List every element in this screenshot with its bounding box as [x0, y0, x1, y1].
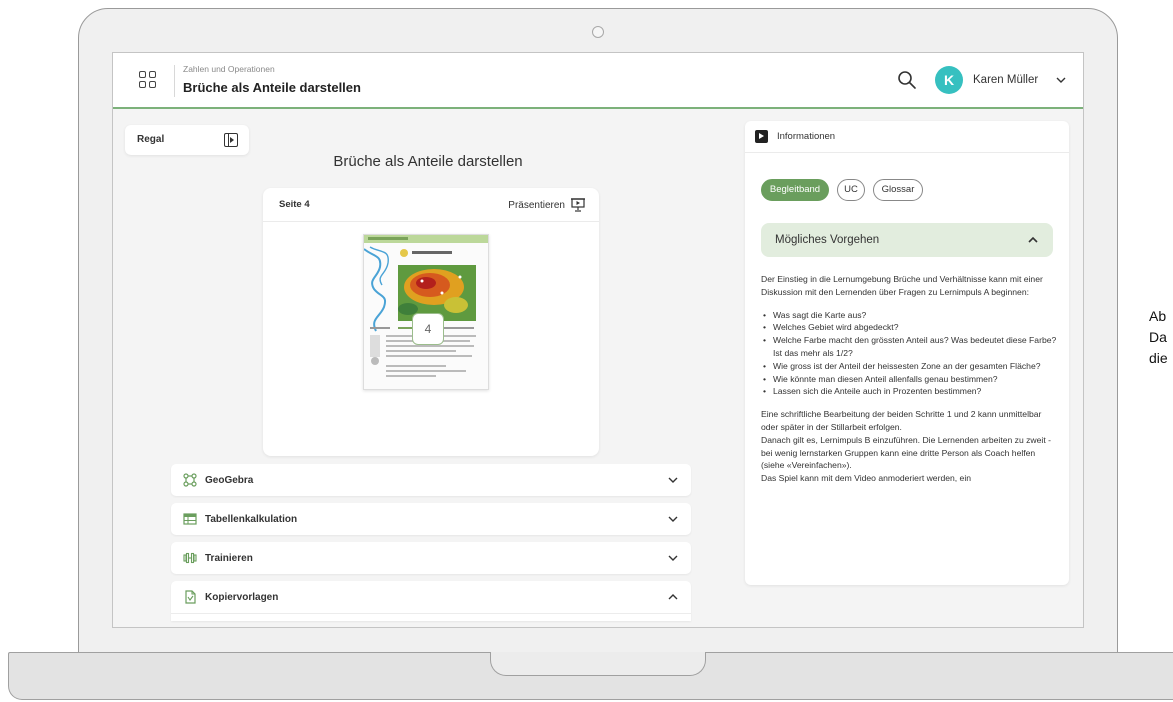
page-number-badge: 4 — [412, 313, 444, 345]
info-panel-header: Informationen — [745, 121, 1069, 153]
accordion-trainieren[interactable]: Trainieren — [171, 542, 691, 574]
chevron-down-icon — [668, 555, 678, 561]
laptop-notch — [490, 652, 706, 676]
page-label: Seite 4 — [279, 199, 310, 210]
regal-panel-tab: Regal — [125, 125, 249, 155]
app-screen: Zahlen und Operationen Brüche als Anteil… — [112, 52, 1084, 628]
panel-collapse-icon[interactable] — [755, 130, 768, 143]
geogebra-icon — [183, 473, 197, 487]
chevron-up-icon — [668, 594, 678, 600]
list-item: Was sagt die Karte aus? — [761, 309, 1057, 322]
sidebar-toggle-icon[interactable] — [224, 133, 238, 147]
info-body-text: Der Einstieg in die Lernumgebung Brüche … — [761, 273, 1057, 495]
cropped-side-text: Ab Da die — [1149, 308, 1168, 366]
document-icon — [185, 590, 196, 604]
chip-uc[interactable]: UC — [837, 179, 865, 201]
chevron-down-icon — [668, 516, 678, 522]
accordion-label: GeoGebra — [205, 475, 254, 486]
regal-label: Regal — [137, 134, 165, 145]
breadcrumb[interactable]: Zahlen und Operationen — [183, 64, 275, 74]
chip-glossar[interactable]: Glossar — [873, 179, 923, 201]
page-card-header: Seite 4 Präsentieren — [263, 188, 599, 222]
accordion-kopiervorlagen[interactable]: Kopiervorlagen — [171, 581, 691, 621]
dumbbell-icon — [183, 552, 197, 564]
accordion-label: Kopiervorlagen — [205, 592, 279, 603]
presentation-icon — [571, 198, 585, 212]
search-icon[interactable] — [897, 70, 917, 90]
list-item: Welches Gebiet wird abgedeckt? — [761, 321, 1057, 334]
spreadsheet-icon — [183, 513, 197, 525]
apps-grid-icon[interactable] — [139, 71, 157, 89]
divider — [174, 65, 175, 97]
info-panel: Informationen Begleitband UC Glossar Mög… — [745, 121, 1069, 585]
section-title: Mögliches Vorgehen — [775, 234, 880, 246]
divider — [171, 613, 691, 614]
page-card: Seite 4 Präsentieren 4 — [263, 188, 599, 456]
avatar[interactable]: K — [935, 66, 963, 94]
chevron-down-icon — [668, 477, 678, 483]
camera-icon — [592, 26, 604, 38]
chevron-down-icon[interactable] — [1055, 74, 1067, 86]
list-item: Wie könnte man diesen Anteil allenfalls … — [761, 373, 1057, 386]
chevron-up-icon — [1028, 236, 1038, 243]
list-item: Lassen sich die Anteile auch in Prozente… — [761, 385, 1057, 398]
content-heading: Brüche als Anteile darstellen — [333, 153, 523, 170]
present-button[interactable]: Präsentieren — [508, 196, 585, 214]
user-menu-name[interactable]: Karen Müller — [973, 74, 1038, 86]
page-thumbnail[interactable]: 4 — [363, 234, 489, 390]
question-list: Was sagt die Karte aus? Welches Gebiet w… — [761, 309, 1057, 399]
list-item: Welche Farbe macht den grössten Anteil a… — [761, 334, 1057, 360]
accordion-label: Tabellenkalkulation — [205, 514, 298, 525]
accordion-tabellenkalkulation[interactable]: Tabellenkalkulation — [171, 503, 691, 535]
accordion-geogebra[interactable]: GeoGebra — [171, 464, 691, 496]
accordion-label: Trainieren — [205, 553, 253, 564]
outro-paragraph: Eine schriftliche Bearbeitung der beiden… — [761, 409, 1051, 484]
intro-paragraph: Der Einstieg in die Lernumgebung Brüche … — [761, 274, 1043, 297]
present-label: Präsentieren — [508, 199, 565, 211]
info-panel-title: Informationen — [777, 131, 836, 142]
list-item: Wie gross ist der Anteil der heissesten … — [761, 360, 1057, 373]
section-header-moegliches-vorgehen[interactable]: Mögliches Vorgehen — [761, 223, 1053, 257]
page-title: Brüche als Anteile darstellen — [183, 80, 361, 95]
top-bar: Zahlen und Operationen Brüche als Anteil… — [113, 53, 1083, 109]
chip-begleitband[interactable]: Begleitband — [761, 179, 829, 201]
